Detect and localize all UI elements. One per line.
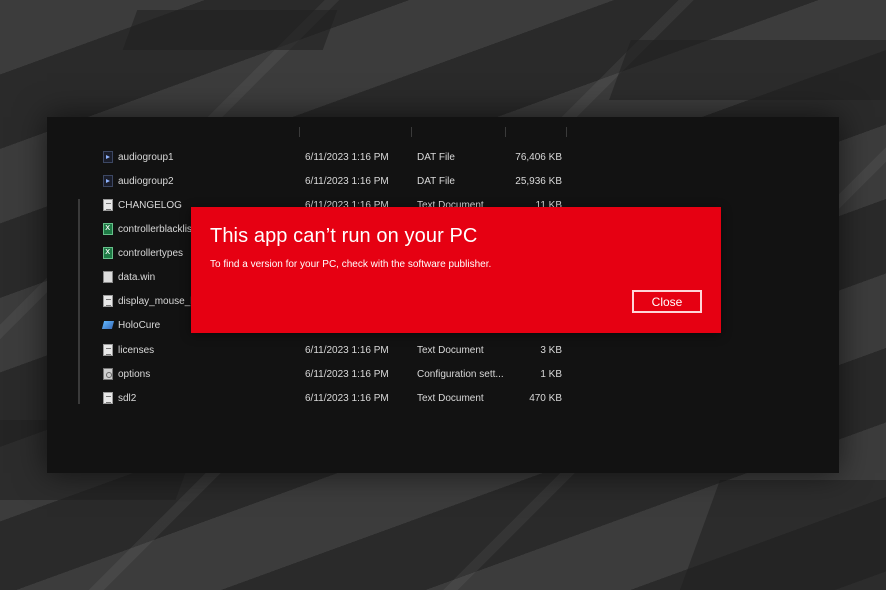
- file-type: DAT File: [417, 176, 455, 187]
- dat-file-icon: [103, 151, 113, 163]
- file-name: audiogroup2: [118, 176, 174, 187]
- text-file-icon: [103, 344, 113, 356]
- file-row-licenses[interactable]: licenses 6/11/2023 1:16 PM Text Document…: [47, 339, 839, 363]
- column-header-dividers: [47, 127, 839, 141]
- win-file-icon: [103, 271, 113, 283]
- spreadsheet-file-icon: [103, 247, 113, 259]
- text-file-icon: [103, 199, 113, 211]
- dialog-message: To find a version for your PC, check wit…: [210, 259, 492, 270]
- file-name: HoloCure: [118, 320, 161, 331]
- file-type: Text Document: [417, 393, 484, 404]
- script-file-icon: [103, 295, 113, 307]
- file-row-audiogroup1[interactable]: audiogroup1 6/11/2023 1:16 PM DAT File 7…: [47, 146, 839, 170]
- dat-file-icon: [103, 175, 113, 187]
- file-date: 6/11/2023 1:16 PM: [305, 393, 389, 404]
- dialog-title: This app can’t run on your PC: [210, 225, 478, 247]
- file-type: Text Document: [417, 345, 484, 356]
- file-date: 6/11/2023 1:16 PM: [305, 345, 389, 356]
- file-date: 6/11/2023 1:16 PM: [305, 369, 389, 380]
- file-date: 6/11/2023 1:16 PM: [305, 152, 389, 163]
- file-size: 1 KB: [540, 369, 562, 380]
- file-row-sdl2[interactable]: sdl2 6/11/2023 1:16 PM Text Document 470…: [47, 387, 839, 411]
- file-size: 76,406 KB: [515, 152, 562, 163]
- file-row-options[interactable]: options 6/11/2023 1:16 PM Configuration …: [47, 363, 839, 387]
- file-type: DAT File: [417, 152, 455, 163]
- file-name: options: [118, 369, 151, 380]
- app-cant-run-dialog: This app can’t run on your PC To find a …: [191, 207, 721, 333]
- app-icon: [103, 319, 113, 331]
- file-name: display_mouse_lo: [118, 296, 199, 307]
- file-name: sdl2: [118, 393, 137, 404]
- file-name: licenses: [118, 345, 155, 356]
- text-file-icon: [103, 392, 113, 404]
- file-size: 470 KB: [529, 393, 562, 404]
- file-name: CHANGELOG: [118, 200, 182, 211]
- config-file-icon: [103, 368, 113, 380]
- file-name: controllertypes: [118, 248, 184, 259]
- file-row-audiogroup2[interactable]: audiogroup2 6/11/2023 1:16 PM DAT File 2…: [47, 170, 839, 194]
- file-size: 25,936 KB: [515, 176, 562, 187]
- file-name: audiogroup1: [118, 152, 174, 163]
- close-button[interactable]: Close: [632, 290, 702, 313]
- file-name: controllerblacklist: [118, 224, 195, 235]
- file-size: 3 KB: [540, 345, 562, 356]
- file-name: data.win: [118, 272, 156, 283]
- spreadsheet-file-icon: [103, 223, 113, 235]
- file-date: 6/11/2023 1:16 PM: [305, 176, 389, 187]
